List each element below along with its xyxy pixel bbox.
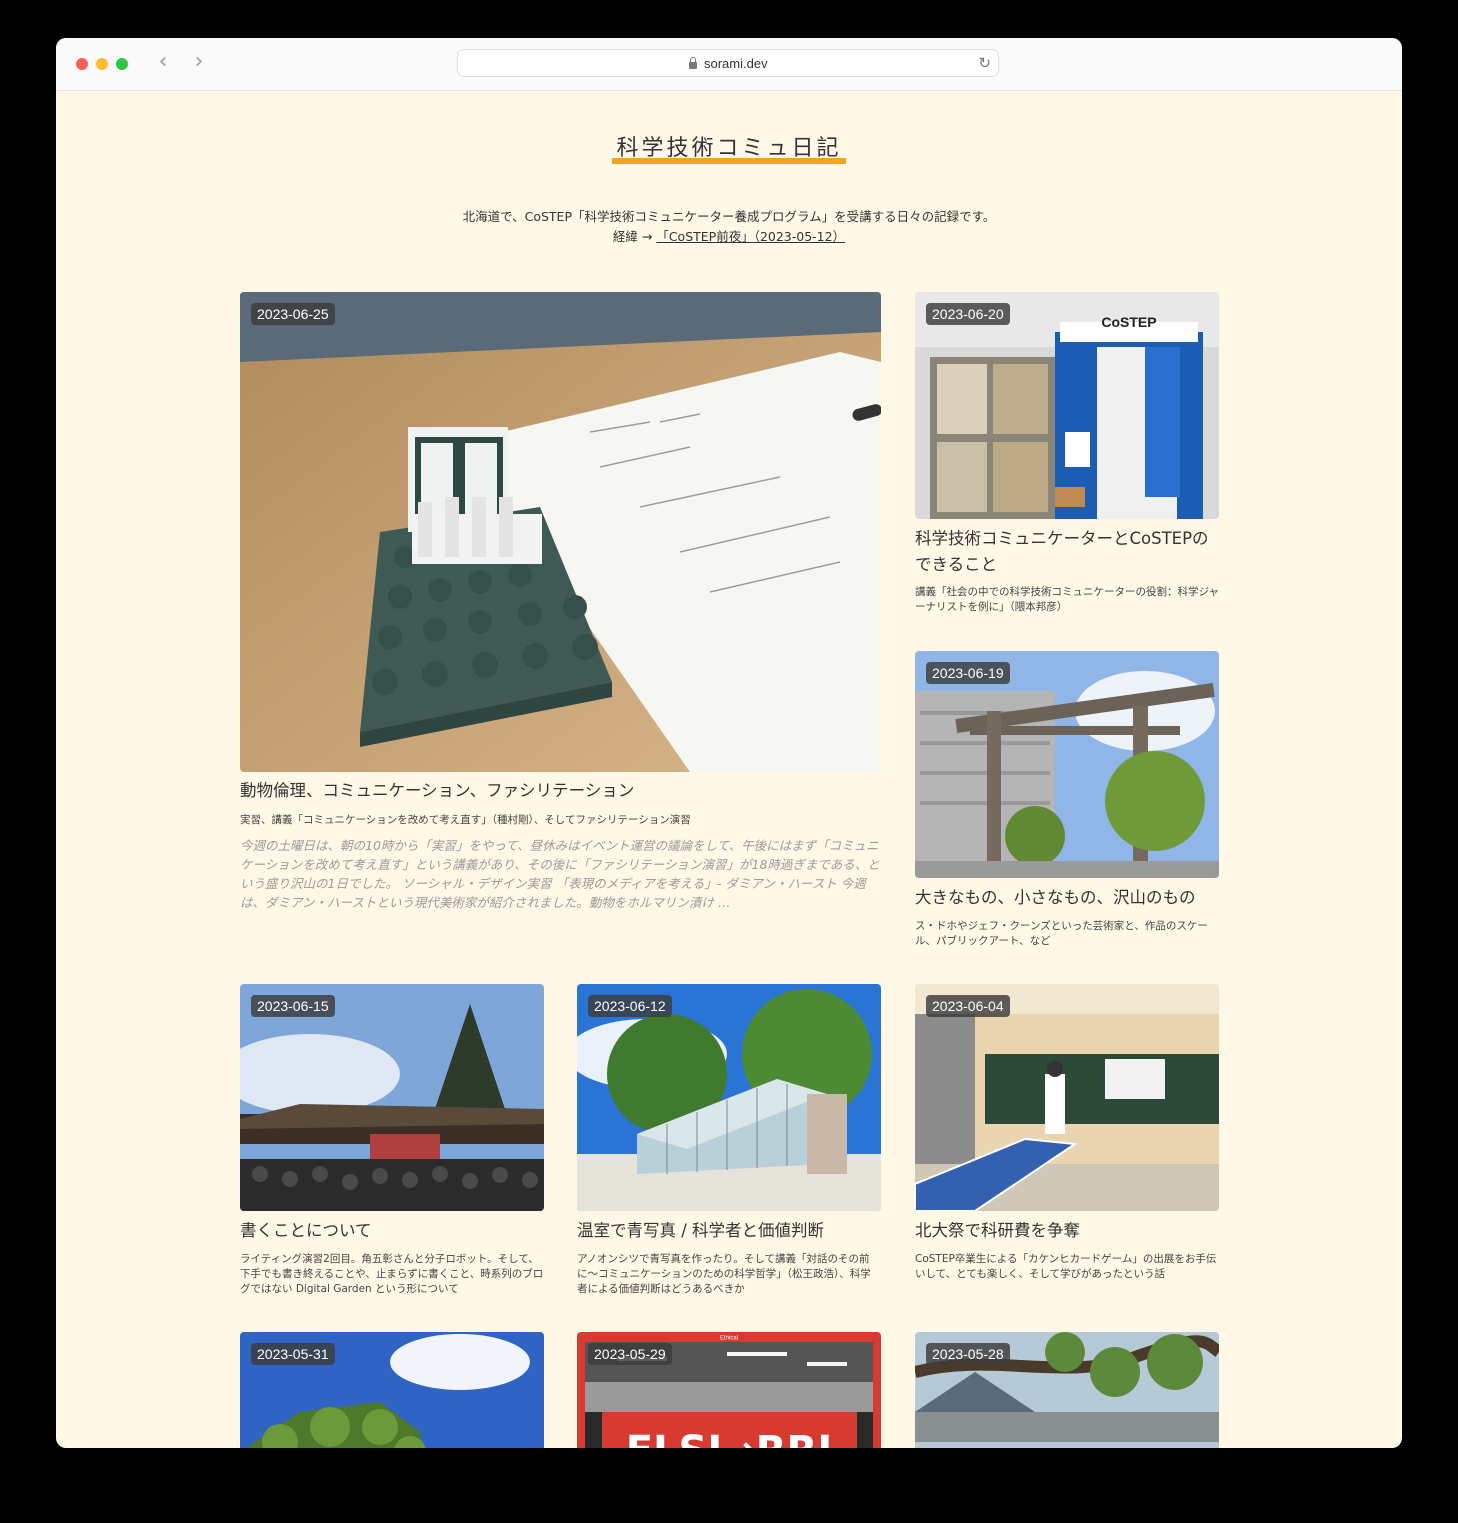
post-thumbnail[interactable]: 2023-06-25 xyxy=(240,292,881,772)
intro-link[interactable]: 「CoSTEP前夜」（2023-05-12） xyxy=(656,229,845,244)
post-date-badge: 2023-06-25 xyxy=(251,303,335,325)
post-photo-outdoor-stage xyxy=(240,984,544,1211)
post-date-badge: 2023-05-29 xyxy=(588,1343,672,1365)
post-thumbnail[interactable]: 2023-05-31 xyxy=(240,1332,544,1448)
intro-prefix: 経緯 → xyxy=(612,229,657,244)
post-subtitle: ス・ドホやジェフ・クーンズといった芸術家と、作品のスケール、パブリックアート、な… xyxy=(915,920,1208,947)
post-title[interactable]: 温室で青写真 / 科学者と価値判断 xyxy=(577,1218,881,1244)
lock-icon xyxy=(689,57,697,69)
post-subtitle: 講義「社会の中での科学技術コミュニケーターの役割：科学ジャーナリストを例に」（隈… xyxy=(915,586,1219,613)
post-photo-classroom xyxy=(915,984,1219,1211)
post-date-badge: 2023-06-19 xyxy=(926,662,1010,684)
site-title: 科学技術コミュ日記 xyxy=(56,130,1402,164)
post-photo-torii xyxy=(915,651,1219,878)
browser-window: ‹ › sorami.dev ↻ 科学技術コミュ日記 北海道で、CoSTEP「科… xyxy=(56,38,1402,1448)
close-window-button[interactable] xyxy=(76,58,88,70)
photo-banner-text: ELSI→RRI xyxy=(626,1428,833,1448)
browser-titlebar: ‹ › sorami.dev ↻ xyxy=(56,38,1402,91)
back-chevron-icon[interactable]: ‹ xyxy=(152,51,174,75)
post-title[interactable]: 大きなもの、小さなもの、沢山のもの xyxy=(915,885,1219,911)
site-intro: 北海道で、CoSTEP「科学技術コミュニケーター養成プログラム」を受講する日々の… xyxy=(56,207,1402,247)
post-photo-costep-office: CoSTEP xyxy=(915,292,1219,519)
post-date-badge: 2023-06-15 xyxy=(251,995,335,1017)
post-date-badge: 2023-06-12 xyxy=(588,995,672,1017)
post-card[interactable]: 2023-05-31 xyxy=(240,1332,544,1448)
intro-line: 北海道で、CoSTEP「科学技術コミュニケーター養成プログラム」を受講する日々の… xyxy=(462,209,996,224)
post-thumbnail[interactable]: CoSTEP 2023-06-20 xyxy=(915,292,1219,519)
post-title[interactable]: 北大祭で科研費を争奪 xyxy=(915,1218,1219,1244)
post-excerpt: 今週の土曜日は、朝の10時から「実習」をやって、昼休みはイベント運営の議論をして… xyxy=(240,838,880,910)
site-title-text[interactable]: 科学技術コミュ日記 xyxy=(612,130,846,164)
post-subtitle: ライティング演習2回目。角五彰さんと分子ロボット。そして、下手でも書き終えること… xyxy=(240,1253,544,1295)
post-subtitle: アノオンシツで青写真を作ったり。そして講義「対話のその前に〜コミュニケーションの… xyxy=(577,1253,871,1295)
post-title[interactable]: 書くことについて xyxy=(240,1218,544,1244)
post-thumbnail[interactable]: 2023-06-12 xyxy=(577,984,881,1211)
forward-chevron-icon[interactable]: › xyxy=(188,51,210,75)
post-title[interactable]: 動物倫理、コミュニケーション、ファシリテーション xyxy=(240,778,881,804)
post-photo-lego xyxy=(240,292,881,772)
post-card[interactable]: Ethical ELSI→RRI 2023-05-29 xyxy=(577,1332,881,1448)
post-title[interactable]: 科学技術コミュニケーターとCoSTEPのできること xyxy=(915,526,1219,578)
post-card[interactable]: 2023-06-12 温室で青写真 / 科学者と価値判断 アノオンシツで青写真を… xyxy=(577,984,881,1304)
post-card[interactable]: CoSTEP 2023-06-20 科学技術コミュニケーターとCoSTEPのでき… xyxy=(915,292,1219,622)
post-thumbnail[interactable]: 2023-06-04 xyxy=(915,984,1219,1211)
post-thumbnail[interactable]: 2023-06-19 xyxy=(915,651,1219,878)
post-subtitle: CoSTEP卒業生による「カケンヒカードゲーム」の出展をお手伝いして、とても楽し… xyxy=(915,1253,1217,1280)
post-date-badge: 2023-05-28 xyxy=(926,1343,1010,1365)
post-date-badge: 2023-05-31 xyxy=(251,1343,335,1365)
post-thumbnail[interactable]: 2023-06-15 xyxy=(240,984,544,1211)
post-date-badge: 2023-06-04 xyxy=(926,995,1010,1017)
reload-icon[interactable]: ↻ xyxy=(978,54,991,72)
post-subtitle: 実習、講義「コミュニケーションを改めて考え直す」（種村剛）、そしてファシリテーシ… xyxy=(240,814,691,826)
minimize-window-button[interactable] xyxy=(96,58,108,70)
address-url: sorami.dev xyxy=(704,56,768,71)
post-card[interactable]: 2023-06-04 北大祭で科研費を争奪 CoSTEP卒業生による「カケンヒカ… xyxy=(915,984,1219,1304)
post-card[interactable]: 2023-06-19 大きなもの、小さなもの、沢山のもの ス・ドホやジェフ・クー… xyxy=(915,651,1219,956)
post-date-badge: 2023-06-20 xyxy=(926,303,1010,325)
post-card[interactable]: 2023-05-28 xyxy=(915,1332,1219,1448)
post-photo-greenhouse xyxy=(577,984,881,1211)
photo-label-top: Ethical xyxy=(720,1336,738,1342)
costep-sign: CoSTEP xyxy=(1101,314,1156,330)
post-card[interactable]: 2023-06-25 動物倫理、コミュニケーション、ファシリテーション 実習、講… xyxy=(240,292,881,932)
address-bar[interactable]: sorami.dev ↻ xyxy=(457,49,999,77)
post-card[interactable]: 2023-06-15 書くことについて ライティング演習2回目。角五彰さんと分子… xyxy=(240,984,544,1304)
zoom-window-button[interactable] xyxy=(116,58,128,70)
post-thumbnail[interactable]: 2023-05-28 xyxy=(915,1332,1219,1448)
post-thumbnail[interactable]: Ethical ELSI→RRI 2023-05-29 xyxy=(577,1332,881,1448)
